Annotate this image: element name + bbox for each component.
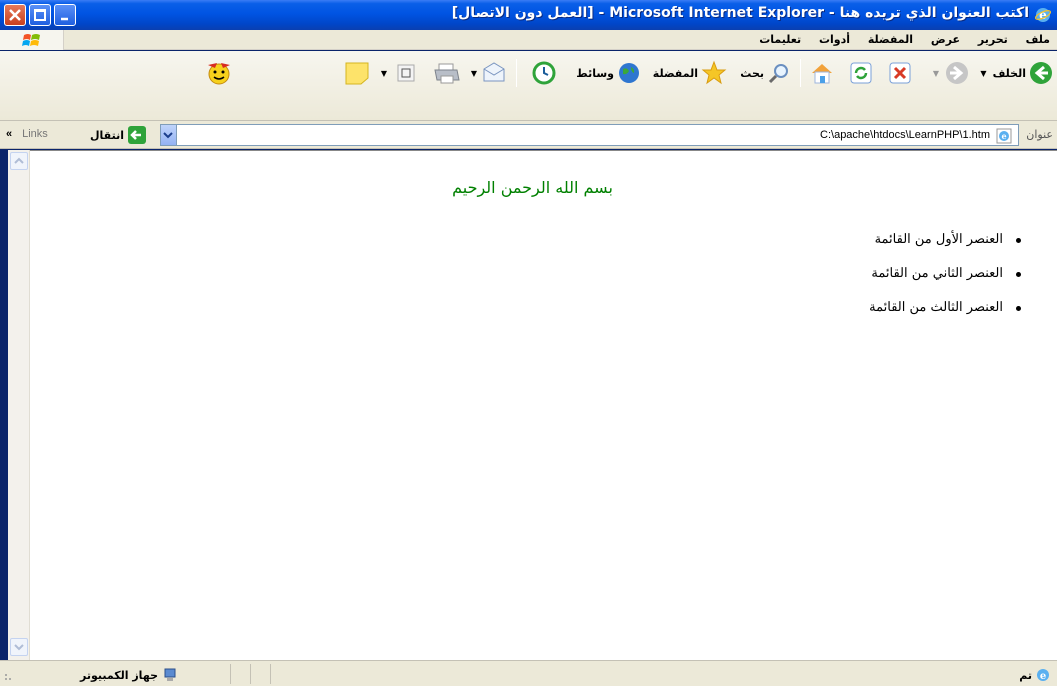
menu-tools[interactable]: أدوات bbox=[812, 30, 857, 50]
sticky-note-icon bbox=[345, 62, 369, 85]
menu-edit[interactable]: تحرير bbox=[971, 30, 1015, 50]
ie-page-icon: e bbox=[1037, 669, 1049, 682]
svg-text:e: e bbox=[1040, 671, 1046, 682]
page-ie-icon: e bbox=[996, 128, 1012, 144]
media-globe-icon bbox=[619, 63, 639, 83]
address-bar: عنوان e C:\apache\htdocs\LearnPHP\1.htm … bbox=[0, 121, 1057, 149]
links-label: Links bbox=[22, 128, 48, 140]
menu-view[interactable]: عرض bbox=[924, 30, 967, 50]
search-label: بحث bbox=[740, 66, 764, 80]
media-label: وسائط bbox=[576, 66, 614, 80]
status-divider bbox=[250, 664, 251, 684]
menu-favorites[interactable]: المفضلة bbox=[861, 30, 920, 50]
scroll-down-button[interactable] bbox=[10, 638, 28, 656]
history-icon bbox=[532, 61, 556, 85]
forward-button[interactable]: ▼ bbox=[933, 59, 969, 87]
back-arrow-icon bbox=[1030, 62, 1052, 84]
stop-button[interactable] bbox=[888, 59, 912, 87]
chevron-down-icon bbox=[14, 644, 24, 651]
list-item: العنصر الأول من القائمة bbox=[869, 231, 1027, 249]
menu-file[interactable]: ملف bbox=[1019, 30, 1057, 50]
window-title: اكتب العنوان الذي تريده هنا - Microsoft … bbox=[451, 5, 1029, 21]
mail-dropdown-icon[interactable]: ▼ bbox=[471, 69, 477, 78]
status-divider bbox=[270, 664, 271, 684]
scroll-up-button[interactable] bbox=[10, 152, 28, 170]
edit-page-icon bbox=[397, 64, 415, 82]
toolbar-separator bbox=[516, 59, 517, 87]
vertical-scrollbar[interactable] bbox=[8, 150, 30, 660]
messenger-button[interactable] bbox=[205, 59, 233, 87]
page-heading: بسم الله الرحمن الرحيم bbox=[452, 178, 613, 197]
list-item: العنصر الثاني من القائمة bbox=[869, 265, 1027, 283]
address-label: عنوان bbox=[1026, 128, 1053, 141]
standard-toolbar: الخلف ▼ ▼ بحث المفضلة وسائط ▼ ▼ bbox=[0, 51, 1057, 121]
links-toolbar[interactable]: « Links bbox=[6, 128, 48, 140]
back-dropdown-icon[interactable]: ▼ bbox=[980, 69, 986, 78]
status-bar: e تم جهاز الكمبيوتر bbox=[0, 660, 1057, 686]
smiley-icon bbox=[208, 63, 230, 85]
browser-window: e اكتب العنوان الذي تريده هنا - Microsof… bbox=[0, 0, 1057, 686]
chevron-double-icon: « bbox=[6, 128, 13, 140]
menu-help[interactable]: تعليمات bbox=[752, 30, 808, 50]
computer-icon bbox=[164, 668, 176, 681]
resize-grip-icon[interactable] bbox=[4, 669, 16, 681]
home-button[interactable] bbox=[809, 59, 835, 87]
go-arrow-icon bbox=[127, 126, 146, 144]
toolbar-separator bbox=[800, 59, 801, 87]
maximize-button[interactable] bbox=[29, 4, 51, 26]
print-button[interactable] bbox=[433, 59, 461, 87]
back-label: الخلف bbox=[992, 66, 1026, 80]
chevron-down-icon bbox=[163, 132, 173, 139]
edit-dropdown-icon[interactable]: ▼ bbox=[381, 69, 387, 78]
status-zone-label: جهاز الكمبيوتر bbox=[80, 668, 159, 682]
close-button[interactable] bbox=[4, 4, 26, 26]
forward-arrow-icon bbox=[946, 62, 968, 84]
status-done-label: تم bbox=[1019, 668, 1032, 682]
svg-text:e: e bbox=[1001, 131, 1006, 141]
minimize-button[interactable] bbox=[54, 4, 76, 26]
maximize-icon bbox=[34, 9, 46, 21]
search-icon bbox=[768, 64, 788, 84]
title-bar[interactable]: e اكتب العنوان الذي تريده هنا - Microsof… bbox=[0, 0, 1057, 30]
close-icon bbox=[9, 9, 21, 21]
forward-dropdown-icon[interactable]: ▼ bbox=[933, 69, 939, 78]
list-item: العنصر الثالث من القائمة bbox=[869, 299, 1027, 317]
status-divider bbox=[230, 664, 231, 684]
address-input[interactable]: e C:\apache\htdocs\LearnPHP\1.htm bbox=[160, 124, 1019, 146]
refresh-button[interactable] bbox=[849, 59, 873, 87]
ie-logo-icon: e bbox=[1035, 8, 1051, 22]
stop-icon bbox=[889, 62, 911, 84]
notes-button[interactable] bbox=[343, 59, 371, 87]
page-content: بسم الله الرحمن الرحيم العنصر الأول من ا… bbox=[8, 150, 1057, 660]
go-button[interactable]: انتقال bbox=[90, 125, 147, 145]
back-button[interactable]: الخلف ▼ bbox=[980, 59, 1053, 87]
home-icon bbox=[812, 64, 832, 84]
favorites-star-icon bbox=[701, 60, 727, 85]
chevron-up-icon bbox=[14, 157, 24, 164]
minimize-icon bbox=[61, 17, 68, 21]
bullet-list: العنصر الأول من القائمة العنصر الثاني من… bbox=[869, 231, 1027, 333]
status-zone: جهاز الكمبيوتر bbox=[80, 667, 178, 683]
print-icon bbox=[434, 63, 460, 84]
search-button[interactable]: بحث bbox=[740, 59, 791, 87]
menu-bar: ملف تحرير عرض المفضلة أدوات تعليمات bbox=[0, 30, 1057, 50]
go-label: انتقال bbox=[90, 128, 124, 142]
edit-button[interactable]: ▼ bbox=[381, 59, 417, 87]
mail-button[interactable]: ▼ bbox=[471, 59, 507, 87]
refresh-icon bbox=[850, 62, 872, 84]
history-button[interactable] bbox=[531, 59, 557, 87]
address-value: C:\apache\htdocs\LearnPHP\1.htm bbox=[820, 129, 990, 141]
mail-icon bbox=[483, 62, 505, 82]
status-text: e تم bbox=[1019, 667, 1051, 683]
address-dropdown-button[interactable] bbox=[161, 125, 177, 145]
favorites-button[interactable]: المفضلة bbox=[653, 59, 727, 87]
media-button[interactable]: وسائط bbox=[576, 59, 641, 87]
windows-logo-icon bbox=[0, 30, 64, 50]
favorites-label: المفضلة bbox=[652, 66, 698, 80]
